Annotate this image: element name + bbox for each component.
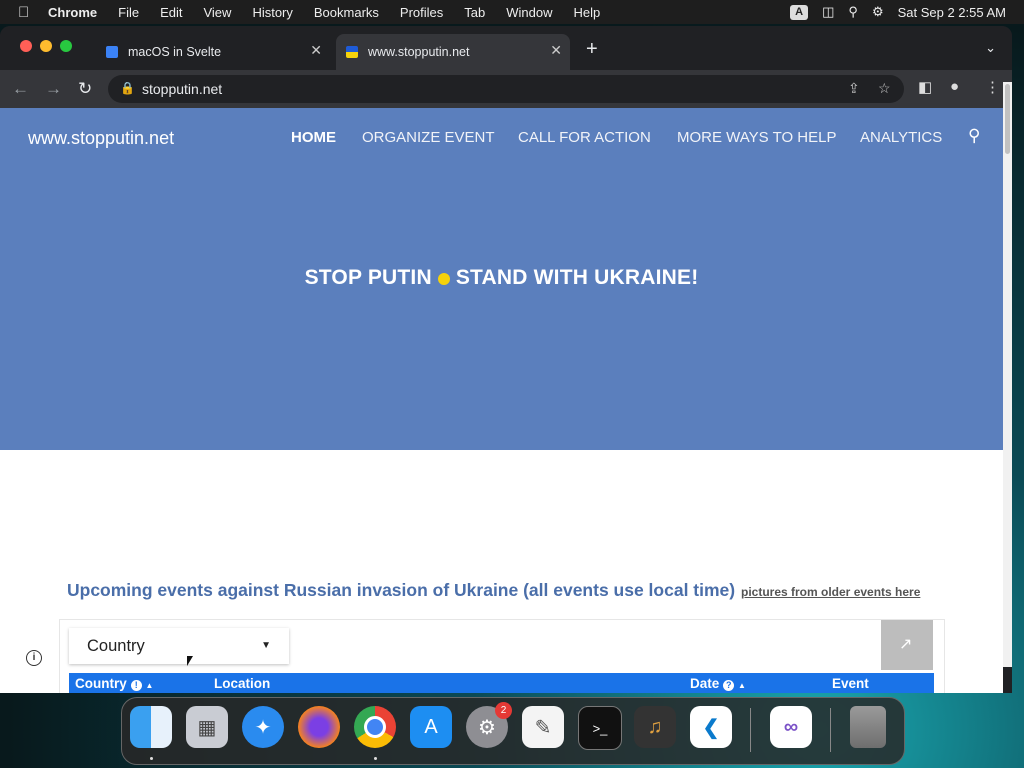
lock-icon[interactable]: 🔒	[120, 81, 135, 95]
nav-more-ways-to-help[interactable]: MORE WAYS TO HELP	[677, 129, 836, 146]
running-indicator	[150, 757, 153, 760]
tab-stopputin[interactable]: www.stopputin.net ✕	[336, 34, 570, 70]
profile-icon[interactable]: ●	[950, 78, 959, 95]
site-name-link[interactable]: www.stopputin.net	[28, 128, 174, 149]
tab-title: macOS in Svelte	[128, 45, 222, 59]
help-circle-icon: ?	[723, 680, 735, 691]
search-icon[interactable]: ⚲	[968, 126, 980, 146]
headline-left: STOP PUTIN	[304, 266, 432, 289]
menu-profiles[interactable]: Profiles	[400, 5, 443, 20]
mouse-cursor-icon	[187, 656, 193, 666]
browser-window: macOS in Svelte ✕ www.stopputin.net ✕ + …	[0, 26, 1012, 693]
side-panel-icon[interactable]: ◧	[918, 78, 932, 96]
spotlight-search-icon[interactable]: ⚲	[848, 4, 858, 20]
safari-icon[interactable]: ✦	[242, 706, 284, 748]
tab-bar: macOS in Svelte ✕ www.stopputin.net ✕ + …	[0, 26, 1012, 70]
headline-right: STAND WITH UKRAINE!	[455, 266, 699, 289]
country-dropdown-label: Country	[87, 637, 145, 655]
minimize-window-button[interactable]	[40, 40, 52, 52]
app-store-icon[interactable]: A	[410, 706, 452, 748]
tab-search-chevron-icon[interactable]: ⌄	[985, 40, 996, 56]
finder-icon[interactable]	[130, 706, 172, 748]
textedit-icon[interactable]: ✎	[522, 706, 564, 748]
close-window-button[interactable]	[20, 40, 32, 52]
url-text[interactable]: stopputin.net	[142, 81, 222, 97]
scroll-thumb[interactable]	[1005, 84, 1010, 154]
dock-separator	[750, 708, 751, 752]
garageband-icon[interactable]: ♫	[634, 706, 676, 748]
address-bar[interactable]: 🔒 stopputin.net ⇪ ☆	[108, 75, 904, 103]
open-external-button[interactable]: ↗	[881, 620, 933, 670]
column-location[interactable]: Location	[214, 676, 270, 691]
back-icon[interactable]: ←	[12, 79, 29, 99]
web-page: www.stopputin.net HOME ORGANIZE EVENT CA…	[0, 108, 1003, 693]
menu-app-name[interactable]: Chrome	[48, 5, 97, 20]
apple-menu-icon[interactable]: 	[18, 4, 34, 21]
menu-view[interactable]: View	[203, 5, 231, 20]
menu-bookmarks[interactable]: Bookmarks	[314, 5, 379, 20]
menu-help[interactable]: Help	[574, 5, 601, 20]
events-section-title: Upcoming events against Russian invasion…	[67, 580, 736, 600]
chrome-menu-icon[interactable]: ⋮	[985, 78, 1000, 96]
menu-edit[interactable]: Edit	[160, 5, 182, 20]
bookmark-star-icon[interactable]: ☆	[878, 80, 891, 97]
new-tab-icon[interactable]: +	[586, 38, 598, 61]
svelte-favicon-icon	[106, 46, 118, 58]
menu-bar:  Chrome File Edit View History Bookmark…	[0, 0, 1024, 24]
nav-analytics[interactable]: ANALYTICS	[860, 129, 942, 146]
close-tab-icon[interactable]: ✕	[550, 42, 562, 59]
column-event[interactable]: Event	[832, 676, 869, 691]
launchpad-icon[interactable]: ▦	[186, 706, 228, 748]
sort-asc-icon: ▲	[145, 681, 154, 690]
notification-badge: 2	[495, 702, 512, 719]
nav-call-for-action[interactable]: CALL FOR ACTION	[518, 129, 651, 146]
tab-title: www.stopputin.net	[368, 45, 470, 59]
older-events-link[interactable]: pictures from older events here	[741, 585, 920, 599]
events-table-header: Country! ▲ Location Date? ▲ Event	[69, 673, 934, 693]
terminal-icon[interactable]: >_	[578, 706, 622, 750]
info-circle-icon: !	[130, 680, 142, 691]
country-dropdown[interactable]: Country ▼	[69, 628, 289, 664]
external-link-icon: ↗	[899, 636, 913, 653]
menu-history[interactable]: History	[252, 5, 292, 20]
menu-clock[interactable]: Sat Sep 2 2:55 AM	[898, 5, 1006, 20]
control-center-icon[interactable]: ⚙	[872, 4, 884, 20]
zoom-window-button[interactable]	[60, 40, 72, 52]
input-source-icon[interactable]: A	[790, 4, 809, 20]
visual-studio-icon[interactable]: ∞	[770, 706, 812, 748]
hero-banner: www.stopputin.net HOME ORGANIZE EVENT CA…	[0, 108, 1003, 450]
column-country[interactable]: Country! ▲	[75, 676, 153, 691]
dock-separator	[830, 708, 831, 752]
nav-home[interactable]: HOME	[291, 129, 336, 146]
share-icon[interactable]: ⇪	[848, 80, 860, 97]
info-icon[interactable]: i	[26, 650, 42, 666]
firefox-icon[interactable]	[298, 706, 340, 748]
menu-file[interactable]: File	[118, 5, 139, 20]
menu-tab[interactable]: Tab	[464, 5, 485, 20]
reload-icon[interactable]: ↻	[78, 79, 92, 99]
ukraine-flag-favicon-icon	[346, 46, 358, 58]
page-scrollbar[interactable]	[1003, 82, 1012, 667]
dropdown-caret-icon: ▼	[261, 640, 271, 651]
nav-organize-event[interactable]: ORGANIZE EVENT	[362, 129, 495, 146]
forward-icon[interactable]: →	[45, 79, 62, 99]
close-tab-icon[interactable]: ✕	[310, 42, 322, 59]
system-preferences-icon[interactable]: ⚙ 2	[466, 702, 512, 748]
browser-toolbar: ← → ↻ 🔒 stopputin.net ⇪ ☆ ◧ ● ⋮	[0, 70, 1012, 108]
yellow-dot-icon	[437, 273, 450, 285]
menu-window[interactable]: Window	[506, 5, 552, 20]
tab-macos-in-svelte[interactable]: macOS in Svelte ✕	[96, 34, 330, 70]
vscode-icon[interactable]: ❮	[690, 706, 732, 748]
sort-asc-icon: ▲	[738, 681, 746, 690]
column-date[interactable]: Date? ▲	[690, 676, 746, 691]
page-headline: STOP PUTIN STAND WITH UKRAINE!	[0, 266, 1003, 290]
dock: ▦ ✦ A ⚙ 2 ✎ >_ ♫ ❮ ∞	[121, 697, 905, 765]
chrome-icon[interactable]	[354, 706, 396, 748]
trash-icon[interactable]	[850, 706, 886, 748]
screen-mirroring-icon[interactable]: ◫	[822, 4, 834, 20]
running-indicator	[374, 757, 377, 760]
